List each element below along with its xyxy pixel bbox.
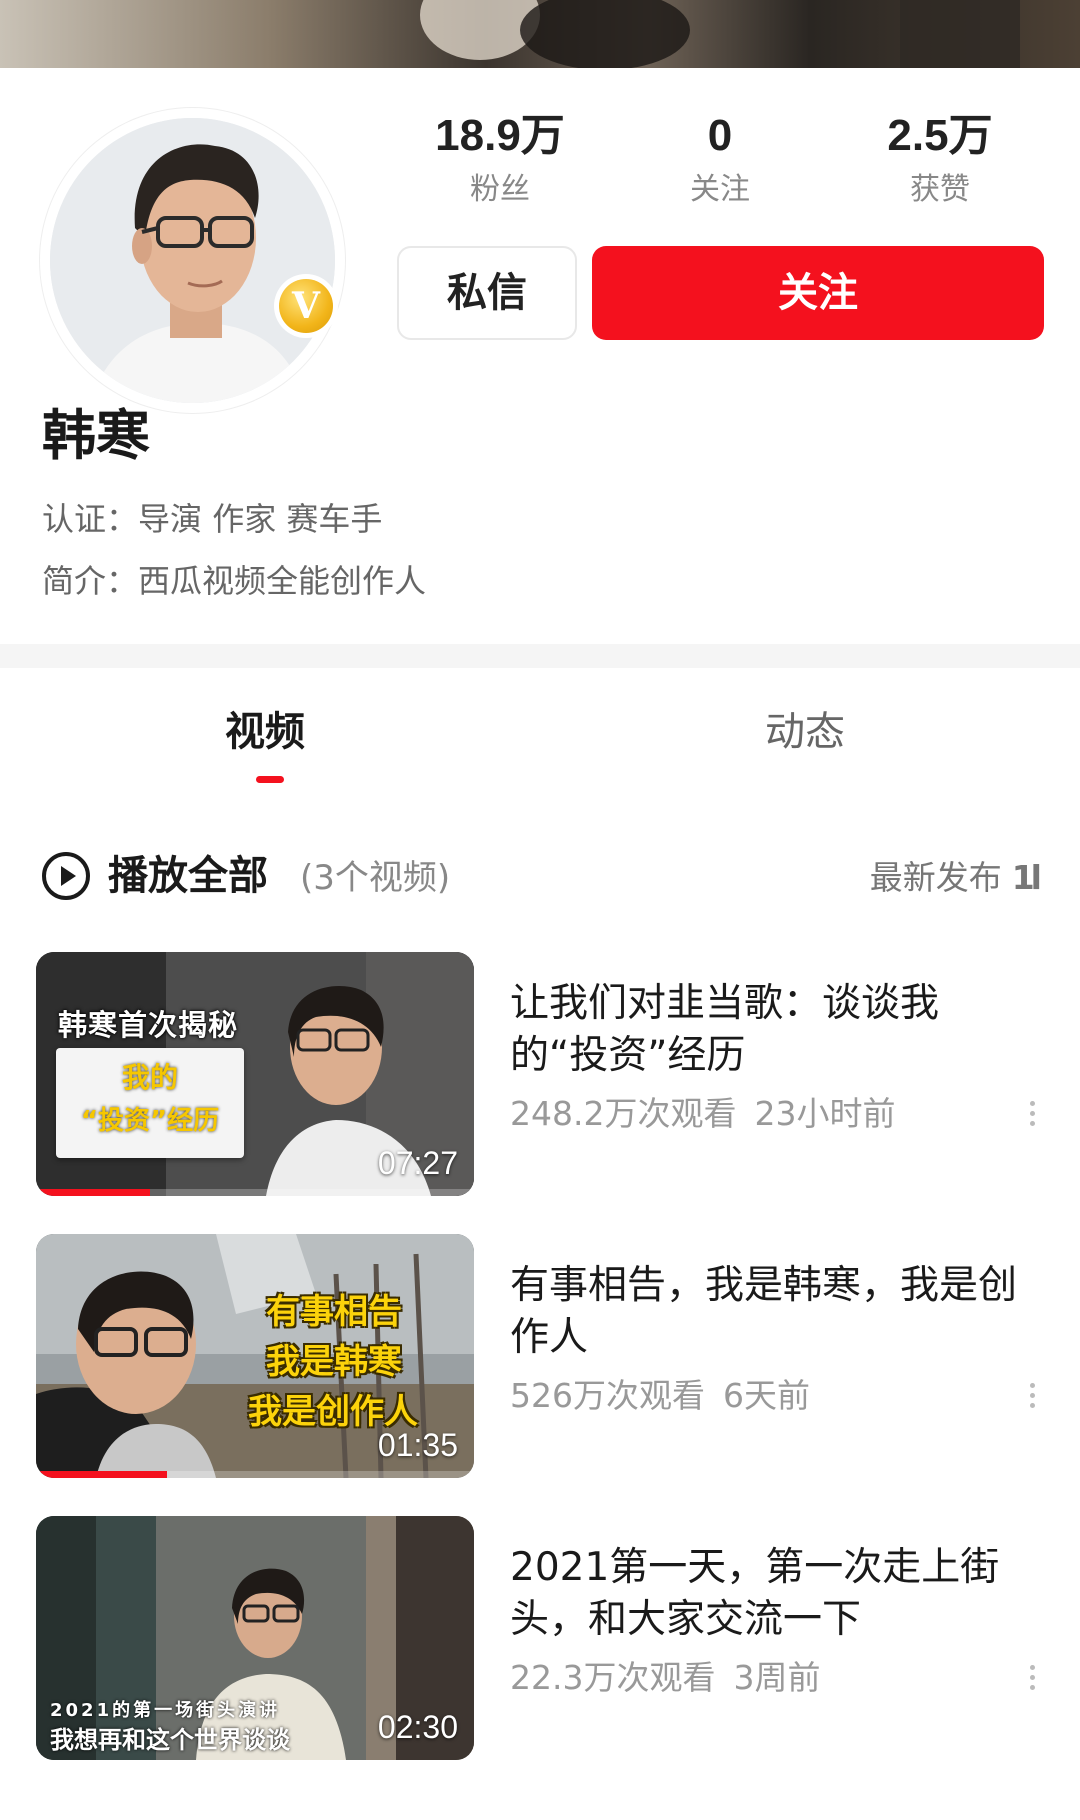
intro-value: 西瓜视频全能创作人	[138, 562, 427, 600]
message-button[interactable]: 私信	[397, 246, 577, 340]
play-all-button[interactable]: 播放全部	[108, 846, 268, 906]
video-duration: 02:30	[377, 1709, 458, 1745]
stat-followers[interactable]: 18.9万 粉丝	[390, 108, 610, 218]
profile-header: V 18.9万 粉丝 0 关注 2.5万 获赞 私信 关注 韩寒 认证：导演 作…	[0, 68, 1080, 644]
tab-dynamic[interactable]: 动态	[765, 704, 845, 760]
watch-progress-fill	[36, 1189, 150, 1196]
thumbnail-card-line: “投资”经历	[80, 1106, 220, 1136]
video-views: 248.2万次观看	[510, 1094, 737, 1133]
verified-v-icon: V	[274, 274, 338, 338]
sort-icon: 1l	[1011, 858, 1042, 897]
sort-button[interactable]: 最新发布 1l	[869, 852, 1042, 904]
more-vertical-icon[interactable]	[1020, 1378, 1044, 1418]
thumbnail-title-card: 我的 “投资”经历	[56, 1048, 244, 1158]
certification-value: 导演 作家 赛车手	[138, 500, 383, 538]
video-meta: 526万次观看 6天前	[510, 1372, 810, 1420]
watch-progress-fill	[36, 1471, 168, 1478]
video-item[interactable]: 韩寒首次揭秘 我的 “投资”经历 07:27 让我们对韭当歌：谈谈我的“投资”经…	[0, 950, 1080, 1200]
thumbnail-caption: 2021的第一场街头演讲	[50, 1700, 281, 1721]
play-circle-icon[interactable]	[40, 850, 92, 902]
stat-followers-value: 18.9万	[435, 111, 565, 160]
certification-line: 认证：导演 作家 赛车手	[42, 494, 382, 544]
thumbnail-caption: 我是创作人	[248, 1392, 418, 1432]
sort-label: 最新发布	[869, 858, 1002, 897]
video-time: 23小时前	[754, 1094, 896, 1133]
video-thumbnail[interactable]: 2021的第一场街头演讲 我想再和这个世界谈谈 02:30	[36, 1516, 474, 1760]
cover-banner	[0, 0, 1080, 70]
stat-likes-value: 2.5万	[887, 111, 993, 160]
thumbnail-caption: 我想再和这个世界谈谈	[50, 1726, 290, 1754]
intro-line: 简介：西瓜视频全能创作人	[42, 556, 426, 606]
thumbnail-caption: 韩寒首次揭秘	[58, 1008, 239, 1042]
video-time: 3周前	[733, 1658, 821, 1697]
video-item[interactable]: 2021的第一场街头演讲 我想再和这个世界谈谈 02:30 2021第一天，第一…	[0, 1514, 1080, 1764]
video-thumbnail[interactable]: 有事相告 我是韩寒 我是创作人 01:35	[36, 1234, 474, 1478]
video-duration: 07:27	[377, 1145, 458, 1181]
profile-page: V 18.9万 粉丝 0 关注 2.5万 获赞 私信 关注 韩寒 认证：导演 作…	[0, 0, 1080, 1820]
more-vertical-icon[interactable]	[1020, 1660, 1044, 1700]
stat-likes-label: 获赞	[910, 172, 970, 207]
video-views: 526万次观看	[510, 1376, 705, 1415]
tab-videos[interactable]: 视频	[225, 704, 305, 760]
play-all-row: 播放全部 (3个视频) 最新发布 1l	[0, 840, 1080, 912]
stat-following-label: 关注	[690, 172, 750, 207]
thumbnail-caption: 我是韩寒	[266, 1342, 402, 1382]
intro-label: 简介：	[42, 562, 139, 600]
watch-progress-bar	[36, 1471, 474, 1478]
profile-name: 韩寒	[42, 404, 150, 467]
more-vertical-icon[interactable]	[1020, 1096, 1044, 1136]
thumbnail-caption: 有事相告	[266, 1292, 402, 1332]
video-thumbnail[interactable]: 韩寒首次揭秘 我的 “投资”经历 07:27	[36, 952, 474, 1196]
video-title[interactable]: 2021第一天，第一次走上街头，和大家交流一下	[510, 1542, 1020, 1646]
video-count: (3个视频)	[300, 858, 451, 898]
content-tabs: 视频 动态	[0, 668, 1080, 784]
thumbnail-card-line: 我的	[121, 1061, 178, 1094]
stat-followers-label: 粉丝	[470, 172, 530, 207]
stat-following[interactable]: 0 关注	[610, 108, 830, 218]
active-tab-indicator	[256, 776, 284, 783]
stat-likes[interactable]: 2.5万 获赞	[830, 108, 1050, 218]
video-title[interactable]: 有事相告，我是韩寒，我是创作人	[510, 1260, 1020, 1364]
video-meta: 248.2万次观看 23小时前	[510, 1090, 895, 1138]
video-title[interactable]: 让我们对韭当歌：谈谈我的“投资”经历	[510, 978, 1020, 1082]
video-meta: 22.3万次观看 3周前	[510, 1654, 820, 1702]
section-divider	[0, 644, 1080, 668]
watch-progress-bar	[36, 1189, 474, 1196]
video-item[interactable]: 有事相告 我是韩寒 我是创作人 01:35 有事相告，我是韩寒，我是创作人 52…	[0, 1232, 1080, 1482]
video-time: 6天前	[723, 1376, 810, 1415]
avatar[interactable]	[40, 108, 345, 413]
follow-button[interactable]: 关注	[592, 246, 1044, 340]
video-duration: 01:35	[377, 1427, 458, 1463]
stat-following-value: 0	[707, 111, 733, 160]
avatar-image	[50, 118, 335, 403]
video-views: 22.3万次观看	[510, 1658, 716, 1697]
stats-row: 18.9万 粉丝 0 关注 2.5万 获赞	[390, 108, 1050, 218]
certification-label: 认证：	[42, 500, 139, 538]
